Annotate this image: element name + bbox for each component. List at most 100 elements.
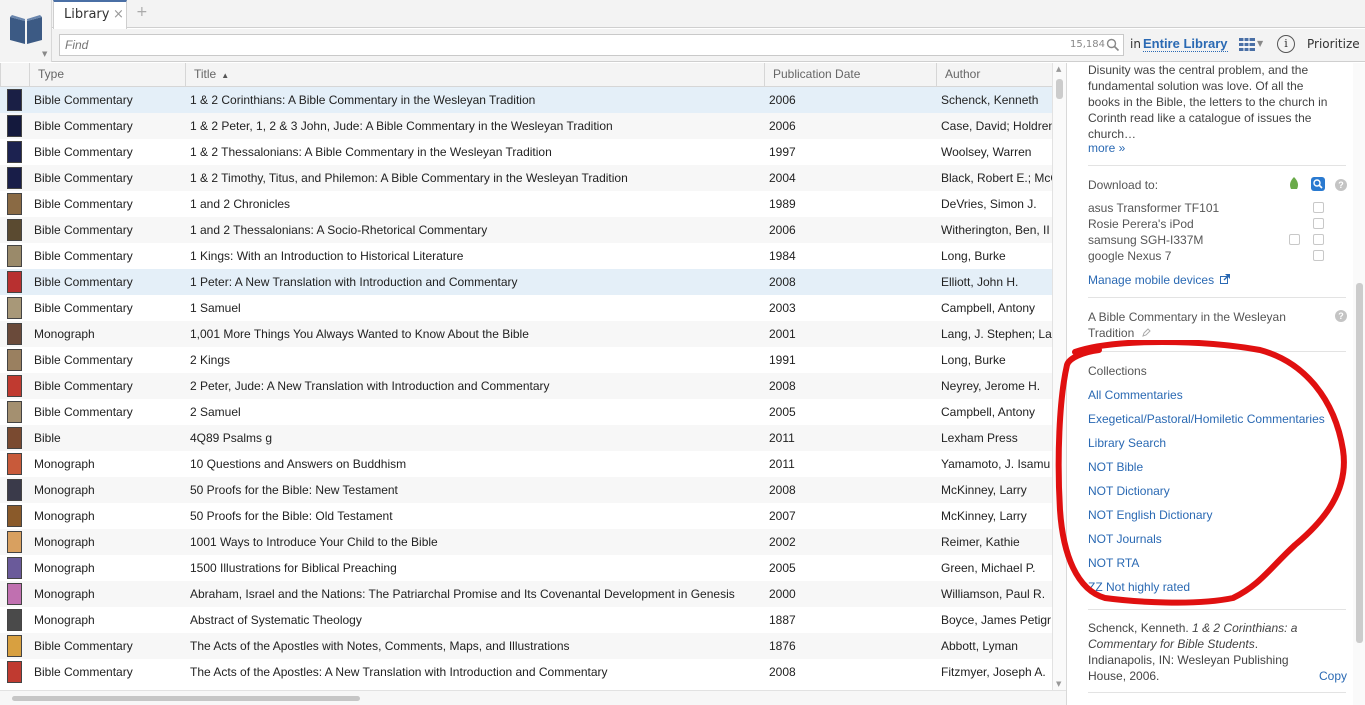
scrollbar-thumb[interactable] <box>1356 283 1363 643</box>
cell-title: 1 Samuel <box>190 301 241 315</box>
manage-devices-link[interactable]: Manage mobile devices <box>1088 272 1231 288</box>
collection-link[interactable]: NOT Journals <box>1088 531 1162 547</box>
cell-title: Abstract of Systematic Theology <box>190 613 362 627</box>
collection-link[interactable]: Library Search <box>1088 435 1166 451</box>
table-row[interactable]: Bible Commentary 1 Kings: With an Introdu… <box>0 243 1052 269</box>
scrollbar-thumb[interactable] <box>12 696 360 701</box>
edit-pencil-icon[interactable] <box>1141 328 1151 337</box>
android-device-icon <box>1290 177 1298 189</box>
scroll-down-icon[interactable]: ▼ <box>1056 680 1061 688</box>
column-header-date[interactable]: Publication Date <box>764 63 936 87</box>
column-header-cover[interactable] <box>0 63 29 87</box>
scope-prefix: in <box>1130 37 1141 51</box>
table-row[interactable]: Monograph Abstract of Systematic Theology… <box>0 607 1052 633</box>
book-logo-icon <box>10 15 42 44</box>
collection-link[interactable]: NOT RTA <box>1088 555 1139 571</box>
android-sync-checkbox[interactable] <box>1289 234 1300 245</box>
app-logo-button[interactable]: ▼ <box>0 0 52 62</box>
more-link[interactable]: more » <box>1088 140 1125 156</box>
table-row[interactable]: Bible Commentary 2 Peter, Jude: A New Tra… <box>0 373 1052 399</box>
ios-sync-checkbox[interactable] <box>1313 234 1324 245</box>
collection-link[interactable]: NOT English Dictionary <box>1088 507 1213 523</box>
ios-device-icon <box>1311 177 1325 191</box>
search-toolbar: 15,184 in Entire Library ▼ i Prioritize <box>52 29 1365 62</box>
table-row[interactable]: Monograph 1500 Illustrations for Biblical… <box>0 555 1052 581</box>
cell-title: 1 & 2 Timothy, Titus, and Philemon: A Bi… <box>190 171 628 185</box>
cell-title: The Acts of the Apostles with Notes, Com… <box>190 639 570 653</box>
new-tab-button[interactable]: + <box>136 4 148 20</box>
table-row[interactable]: Bible Commentary 1 & 2 Timothy, Titus, an… <box>0 165 1052 191</box>
ios-sync-checkbox[interactable] <box>1313 202 1324 213</box>
close-icon[interactable]: × <box>113 7 124 22</box>
cell-date: 2004 <box>769 171 796 185</box>
cell-title: 4Q89 Psalms g <box>190 431 273 445</box>
help-icon[interactable]: ? <box>1335 179 1347 191</box>
view-list-icon[interactable] <box>1239 38 1255 51</box>
table-row[interactable]: Bible Commentary 1 & 2 Corinthians: A Bib… <box>0 87 1052 113</box>
collection-link[interactable]: NOT Dictionary <box>1088 483 1170 499</box>
table-horizontal-scrollbar[interactable] <box>0 690 1066 705</box>
column-header-title[interactable]: Title ▲ <box>185 63 764 87</box>
table-row[interactable]: Monograph 50 Proofs for the Bible: New Te… <box>0 477 1052 503</box>
cell-title: 1 & 2 Peter, 1, 2 & 3 John, Jude: A Bibl… <box>190 119 613 133</box>
panel-scrollbar[interactable] <box>1353 63 1365 705</box>
cell-date: 2008 <box>769 665 796 679</box>
cell-type: Monograph <box>34 327 95 341</box>
column-header-label: Type <box>38 67 65 81</box>
scroll-up-icon[interactable]: ▲ <box>1056 65 1061 73</box>
copy-citation-button[interactable]: Copy <box>1319 668 1347 684</box>
collection-link[interactable]: Exegetical/Pastoral/Homiletic Commentari… <box>1088 411 1325 427</box>
cell-date: 2007 <box>769 509 796 523</box>
info-panel: Disunity was the central problem, and th… <box>1066 63 1365 705</box>
cell-date: 1997 <box>769 145 796 159</box>
table-row[interactable]: Bible Commentary 1 and 2 Thessalonians: A… <box>0 217 1052 243</box>
table-row[interactable]: Bible Commentary 2 Kings 1991 Long, Burke <box>0 347 1052 373</box>
search-icon[interactable] <box>1106 38 1120 52</box>
ios-sync-checkbox[interactable] <box>1313 250 1324 261</box>
table-row[interactable]: Bible 4Q89 Psalms g 2011 Lexham Press <box>0 425 1052 451</box>
table-row[interactable]: Bible Commentary The Acts of the Apostles… <box>0 659 1052 685</box>
cell-date: 2001 <box>769 327 796 341</box>
series-label: A Bible Commentary in the Wesleyan Tradi… <box>1088 310 1286 340</box>
manage-devices-label: Manage mobile devices <box>1088 273 1215 287</box>
collection-link[interactable]: NOT Bible <box>1088 459 1143 475</box>
cell-type: Monograph <box>34 561 95 575</box>
prioritize-button[interactable]: Prioritize <box>1307 37 1360 51</box>
cell-date: 2011 <box>769 457 795 471</box>
table-row[interactable]: Monograph 1,001 More Things You Always Wa… <box>0 321 1052 347</box>
cell-author: DeVries, Simon J. <box>941 197 1037 211</box>
table-row[interactable]: Bible Commentary 1 Peter: A New Translati… <box>0 269 1052 295</box>
external-link-icon <box>1220 274 1231 284</box>
cell-title: The Acts of the Apostles: A New Translat… <box>190 665 608 679</box>
resource-description: Disunity was the central problem, and th… <box>1088 63 1328 141</box>
scope-dropdown[interactable]: Entire Library <box>1143 36 1228 52</box>
table-row[interactable]: Bible Commentary The Acts of the Apostles… <box>0 633 1052 659</box>
table-row[interactable]: Bible Commentary 1 & 2 Thessalonians: A B… <box>0 139 1052 165</box>
cell-type: Bible Commentary <box>34 665 133 679</box>
table-row[interactable]: Monograph 10 Questions and Answers on Bud… <box>0 451 1052 477</box>
table-row[interactable]: Bible Commentary 1 Samuel 2003 Campbell, An… <box>0 295 1052 321</box>
table-row[interactable]: Bible Commentary 1 & 2 Peter, 1, 2 & 3 Jo… <box>0 113 1052 139</box>
table-row[interactable]: Bible Commentary 2 Samuel 2005 Campbell, An… <box>0 399 1052 425</box>
scrollbar-thumb[interactable] <box>1056 79 1063 99</box>
collection-link[interactable]: All Commentaries <box>1088 387 1183 403</box>
table-row[interactable]: Bible Commentary 1 and 2 Chronicles 1989 De… <box>0 191 1052 217</box>
chevron-down-icon[interactable]: ▼ <box>1257 39 1263 48</box>
book-cover-thumbnail <box>7 297 22 319</box>
cell-type: Bible Commentary <box>34 249 133 263</box>
table-header: Type Title ▲ Publication Date Author <box>0 63 1052 87</box>
search-input[interactable] <box>60 35 1123 55</box>
table-vertical-scrollbar[interactable]: ▲ ▼ <box>1052 63 1066 690</box>
tab-library[interactable]: Library × <box>53 0 127 29</box>
table-row[interactable]: Monograph Abraham, Israel and the Nations… <box>0 581 1052 607</box>
help-icon[interactable]: ? <box>1335 310 1347 322</box>
column-header-type[interactable]: Type <box>29 63 185 87</box>
table-row[interactable]: Monograph 50 Proofs for the Bible: Old Te… <box>0 503 1052 529</box>
table-row[interactable]: Monograph 1001 Ways to Introduce Your Chi… <box>0 529 1052 555</box>
column-header-author[interactable]: Author <box>936 63 1052 87</box>
ios-sync-checkbox[interactable] <box>1313 218 1324 229</box>
collection-link[interactable]: ZZ Not highly rated <box>1088 579 1190 595</box>
info-icon[interactable]: i <box>1277 35 1295 53</box>
cell-author: Witherington, Ben, II <box>941 223 1050 237</box>
cell-author: Black, Robert E.; McC <box>941 171 1052 185</box>
